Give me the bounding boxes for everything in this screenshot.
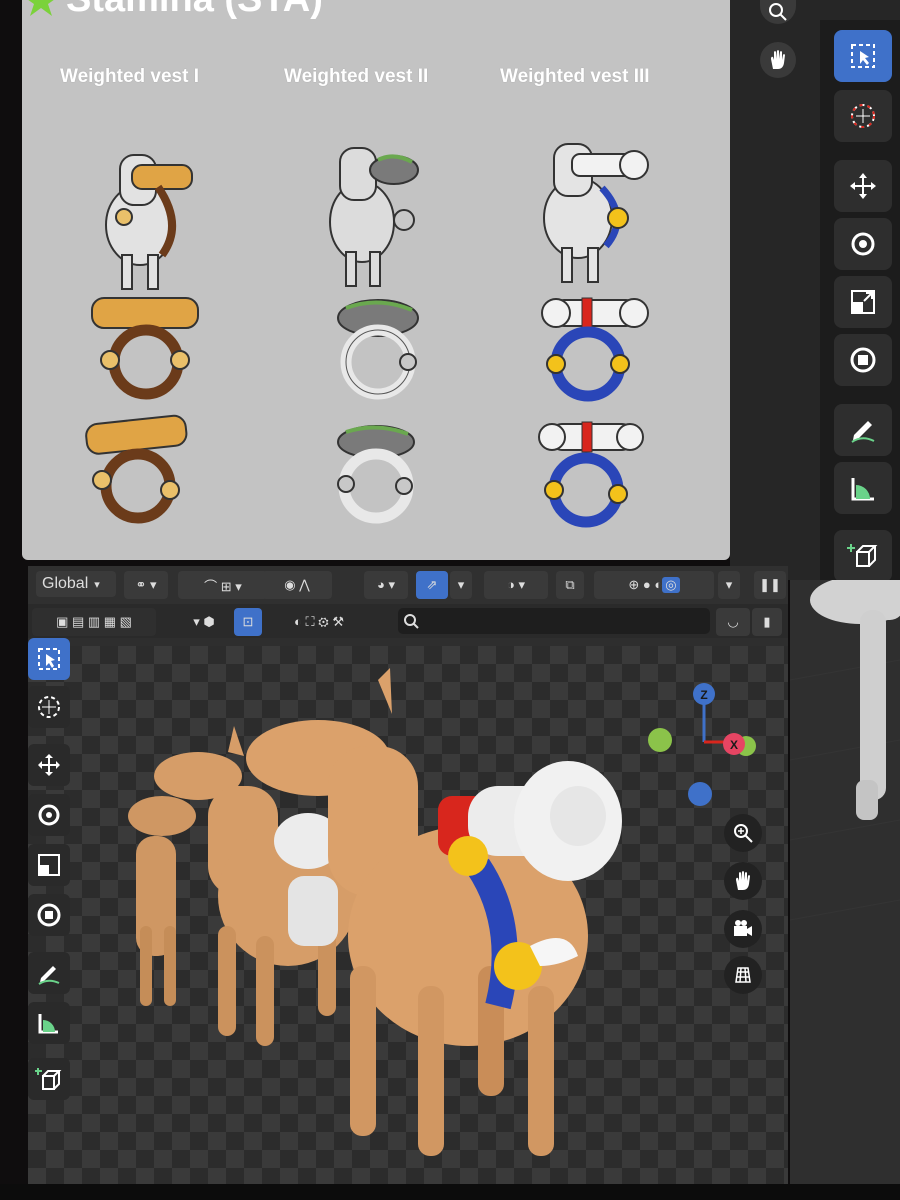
right-tool-shelf (820, 20, 900, 582)
collapse-icon[interactable]: ◡ (716, 608, 750, 636)
chevron-down-icon[interactable]: ▾ (450, 571, 472, 599)
object-type-icon[interactable]: ▾ ⬢ (184, 608, 224, 636)
selection-mode-icons[interactable]: ▣ ▤ ▥ ▦ ▧ (32, 608, 156, 636)
transform-orientation-value: Global (42, 575, 89, 592)
star-icon (28, 0, 54, 16)
move-icon[interactable] (834, 160, 892, 212)
cursor-icon[interactable] (834, 90, 892, 142)
hand-icon[interactable] (724, 862, 762, 900)
select-box-icon[interactable] (834, 30, 892, 82)
stone-vest-angle-illustration (337, 425, 415, 524)
overlays-icon[interactable]: ◑ ▾ (484, 571, 548, 599)
zoom-icon[interactable] (724, 814, 762, 852)
llama-dumbbell-vest-illustration (543, 143, 649, 283)
column-label-vest-3: Weighted vest III (500, 66, 650, 87)
column-label-vest-1: Weighted vest I (60, 66, 200, 87)
transform-icon[interactable] (28, 894, 70, 936)
gray-llama-model (790, 580, 900, 921)
gizmo-z-label: Z (700, 688, 707, 702)
rotate-icon[interactable] (834, 218, 892, 270)
move-icon[interactable] (28, 744, 70, 786)
dumbbell-vest-front-illustration (541, 297, 649, 402)
viewport-filter-icon[interactable]: ⊡ (234, 608, 262, 636)
bezel-bottom (0, 1184, 900, 1200)
llama-models (128, 668, 622, 1156)
gizmo-filter-icons[interactable]: ◐ ⛶ ⚙ ⚒ (264, 608, 374, 636)
pause-icon[interactable]: ❚❚ (754, 571, 786, 599)
gizmo-toggle-icon[interactable]: ⇗ (416, 571, 448, 599)
search-input[interactable] (398, 608, 710, 634)
visibility-icon[interactable]: ◕ ▾ (364, 571, 408, 599)
column-label-vest-2: Weighted vest II (284, 66, 429, 87)
search-icon (404, 614, 419, 629)
scale-icon[interactable] (834, 276, 892, 328)
wood-vest-angle-illustration (85, 414, 188, 524)
scale-icon[interactable] (28, 844, 70, 886)
transform-orientation-dropdown[interactable]: Global ▾ (36, 571, 116, 597)
cursor-icon[interactable] (28, 686, 70, 728)
llama-stone-vest-illustration (329, 147, 419, 287)
select-box-icon[interactable] (28, 638, 70, 680)
rotate-icon[interactable] (28, 794, 70, 836)
camera-icon[interactable] (724, 910, 762, 948)
bookmark-icon[interactable]: ▮ (752, 608, 782, 636)
dumbbell-vest-angle-illustration (538, 421, 644, 528)
proportional-edit-icon[interactable]: ◉ ⋀ (262, 571, 332, 599)
chevron-down-icon[interactable]: ▾ (718, 571, 740, 599)
xray-icon[interactable]: ⧉ (556, 571, 584, 599)
measure-icon[interactable] (834, 462, 892, 514)
reference-image-panel: Stamina (STA) Weighted vest I Weighted v… (22, 0, 730, 560)
add-cube-icon[interactable] (834, 530, 892, 582)
stone-vest-front-illustration (337, 299, 419, 400)
gizmo-x-label: X (730, 738, 738, 752)
shading-modes[interactable]: ⊕ ● ◐ ◎ (594, 571, 714, 599)
wood-vest-front-illustration (91, 297, 199, 400)
snap-icon[interactable]: ⌒ ⊞ ▾ (178, 571, 268, 599)
3d-viewport[interactable]: Global ▾ ⚭ ▾ ⌒ ⊞ ▾ ◉ ⋀ ◕ ▾ ⇗ ▾ ◑ ▾ ⧉ ⊕ ●… (28, 566, 788, 1184)
llama-model-back (128, 796, 196, 1006)
transform-icon[interactable] (834, 334, 892, 386)
llama-wood-vest-illustration (105, 154, 193, 290)
pivot-point-icon[interactable]: ⚭ ▾ (124, 571, 168, 599)
measure-icon[interactable] (28, 1002, 70, 1044)
annotate-icon[interactable] (28, 952, 70, 994)
grid-icon[interactable] (724, 956, 762, 994)
annotate-icon[interactable] (834, 404, 892, 456)
chevron-down-icon: ▾ (94, 578, 100, 591)
add-cube-icon[interactable] (28, 1058, 70, 1100)
hand-icon[interactable] (760, 42, 796, 78)
secondary-viewport[interactable] (790, 580, 900, 1200)
viewport-header: Global ▾ ⚭ ▾ ⌒ ⊞ ▾ ◉ ⋀ ◕ ▾ ⇗ ▾ ◑ ▾ ⧉ ⊕ ●… (28, 566, 788, 605)
reference-title: Stamina (STA) (66, 0, 323, 21)
viewport-subheader: ▣ ▤ ▥ ▦ ▧ ▾ ⬢ ⊡ ◐ ⛶ ⚙ ⚒ ◡ ▮ (28, 604, 788, 638)
